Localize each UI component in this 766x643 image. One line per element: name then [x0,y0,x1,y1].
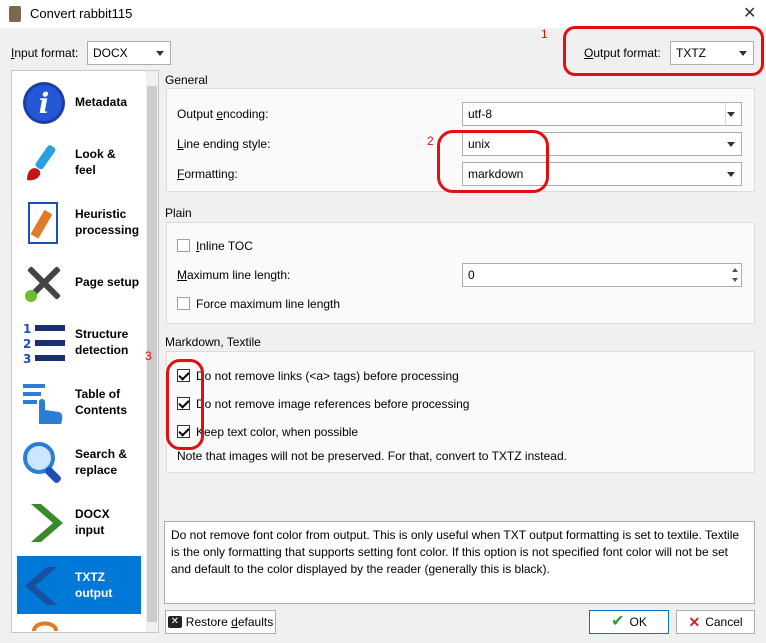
sidebar-item-toc[interactable]: Table of Contents [17,373,141,431]
images-note: Note that images will not be preserved. … [177,449,567,463]
magnifier-icon [21,440,67,486]
general-group-title: General [165,73,208,87]
cancel-x-icon: ✕ [688,613,701,630]
force-max-line-checkbox[interactable] [177,297,190,310]
keep-image-refs-checkbox[interactable] [177,397,190,410]
ok-label: OK [629,615,647,629]
info-icon: i [21,80,67,126]
partial-next-icon [30,617,60,632]
sidebar-item-label: Search & replace [75,447,128,477]
annotation-3: 3 [145,349,152,363]
output-format-label: Output format: [584,46,661,60]
window-title: Convert rabbit115 [30,6,133,21]
cancel-label: Cancel [705,615,743,629]
keep-links-label: Do not remove links (<a> tags) before pr… [196,369,459,383]
output-format-value: TXTZ [676,46,706,60]
sidebar-item-label: DOCX input [75,507,110,537]
sidebar-item-label: TXTZ output [75,570,113,600]
close-icon[interactable]: ✕ [743,3,756,23]
spin-down-icon[interactable] [732,278,738,282]
max-line-length-value: 0 [468,268,475,282]
combo-divider [725,103,726,125]
max-line-length-spinbox[interactable]: 0 [462,263,742,287]
svg-text:i: i [39,87,50,120]
toc-hand-icon [21,380,67,426]
arrow-left-icon [21,563,67,609]
output-encoding-value: utf-8 [468,107,493,121]
checkmark-icon: ✔ [611,613,625,630]
numbered-list-icon: 123 [21,320,67,366]
spin-up-icon[interactable] [732,268,738,272]
svg-text:1: 1 [23,322,31,336]
chevron-down-icon [156,51,164,56]
cancel-button[interactable]: ✕ Cancel [676,610,755,634]
svg-text:3: 3 [23,352,31,366]
sidebar-item-docx-input[interactable]: DOCX input [17,493,141,551]
sidebar-item-heuristic[interactable]: Heuristic processing [17,193,141,251]
input-format-label: Input format: [11,46,79,60]
max-line-length-label: Maximum line length: [177,268,291,282]
sidebar-item-look-feel[interactable]: Look & feel [17,133,141,191]
annotation-2: 2 [427,134,434,148]
line-ending-label: Line ending style: [177,137,271,151]
restore-icon: ✕ [167,616,182,628]
sidebar-item-label: Heuristic processing [75,207,140,237]
sidebar-item-label: Page setup [75,275,140,289]
sidebar-item-txtz-output[interactable]: TXTZ output [17,556,141,614]
sidebar-item-label: Structure detection [75,327,129,357]
chevron-down-icon [727,142,735,147]
inline-toc-checkbox[interactable] [177,239,190,252]
sidebar-item-metadata[interactable]: i Metadata [17,73,141,131]
formatting-value: markdown [468,167,524,181]
chevron-down-icon [727,172,735,177]
line-ending-select[interactable]: unix [462,132,742,156]
formatting-select[interactable]: markdown [462,162,742,186]
keep-image-refs-label: Do not remove image references before pr… [196,397,470,411]
paintbrush-icon [21,140,67,186]
document-pencil-icon [21,200,67,246]
sidebar-item-search-replace[interactable]: Search & replace [17,433,141,491]
arrow-right-icon [21,500,67,546]
output-encoding-input[interactable]: utf-8 [462,102,742,126]
sidebar-item-label: Metadata [75,95,128,109]
chevron-down-icon [739,51,747,56]
output-format-select[interactable]: TXTZ [670,41,754,65]
formatting-label: Formatting: [177,167,238,181]
plain-group-title: Plain [165,206,192,220]
svg-text:2: 2 [23,337,31,351]
keep-color-checkbox[interactable] [177,425,190,438]
chevron-down-icon [727,112,735,117]
option-description: Do not remove font color from output. Th… [164,521,755,604]
input-format-select[interactable]: DOCX [87,41,171,65]
sidebar-item-label: Look & feel [75,147,116,177]
force-max-line-label: Force maximum line length [196,297,341,311]
input-format-value: DOCX [93,46,128,60]
annotation-1: 1 [541,27,548,41]
output-encoding-label: Output encoding: [177,107,269,121]
inline-toc-label: Inline TOC [196,239,253,253]
keep-color-label: Keep text color, when possible [196,425,359,439]
keep-links-checkbox[interactable] [177,369,190,382]
sidebar-item-label: Table of Contents [75,387,127,417]
markdown-group-title: Markdown, Textile [165,335,261,349]
sidebar-item-structure[interactable]: 123 Structure detection [17,313,141,371]
app-icon [9,6,21,22]
restore-defaults-button[interactable]: ✕ Restore defaults [165,610,276,634]
line-ending-value: unix [468,137,491,151]
ok-button[interactable]: ✔ OK [589,610,669,634]
sidebar-item-page-setup[interactable]: Page setup [17,253,141,311]
sidebar: i Metadata Look & feel Heuristic process… [11,70,159,633]
tools-icon [21,260,67,306]
restore-defaults-label: Restore defaults [185,615,274,629]
